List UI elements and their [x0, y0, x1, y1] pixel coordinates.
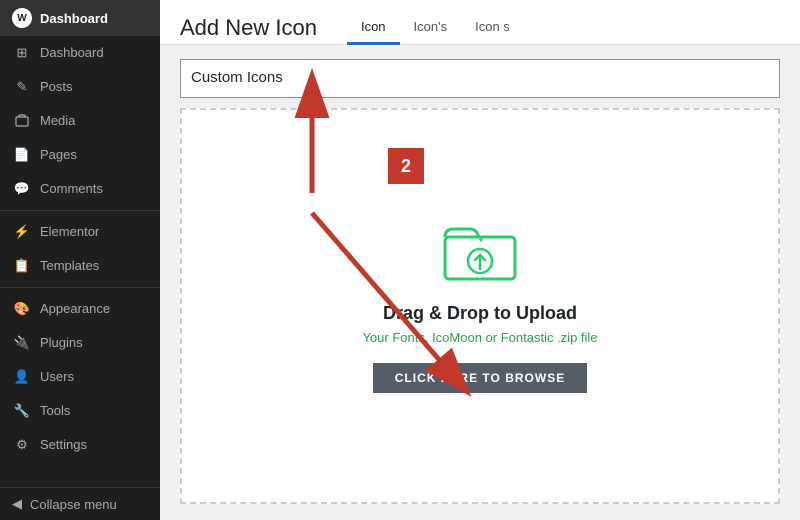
- elementor-icon: ⚡: [12, 222, 32, 242]
- sidebar-item-elementor[interactable]: ⚡ Elementor: [0, 215, 160, 249]
- sidebar-item-tools[interactable]: 🔧 Tools: [0, 394, 160, 428]
- tab-icons2[interactable]: Icon s: [461, 13, 524, 45]
- settings-icon: ⚙: [12, 435, 32, 455]
- sidebar-item-label: Templates: [40, 257, 148, 275]
- sidebar-logo[interactable]: W Dashboard: [0, 0, 160, 36]
- upload-icon-wrap: [440, 219, 520, 289]
- posts-icon: ✎: [12, 77, 32, 97]
- tab-icons[interactable]: Icon's: [400, 13, 462, 45]
- upload-area-wrapper: Drag & Drop to Upload Your Fonts, IcoMoo…: [160, 108, 800, 520]
- tools-icon: 🔧: [12, 401, 32, 421]
- sidebar-item-label: Comments: [40, 180, 148, 198]
- media-icon: [12, 111, 32, 131]
- sidebar-item-label: Appearance: [40, 300, 148, 318]
- sidebar-item-plugins[interactable]: 🔌 Plugins: [0, 326, 160, 360]
- sidebar-item-label: Posts: [40, 78, 148, 96]
- sidebar-item-label: Dashboard: [40, 44, 148, 62]
- appearance-icon: 🎨: [12, 299, 32, 319]
- sidebar-item-label: Settings: [40, 436, 148, 454]
- sidebar-item-pages[interactable]: 📄 Pages: [0, 138, 160, 172]
- input-row: [160, 45, 800, 108]
- comments-icon: 💬: [12, 179, 32, 199]
- drag-drop-subtitle: Your Fonts, IcoMoon or Fontastic .zip fi…: [362, 330, 597, 345]
- tab-icon[interactable]: Icon: [347, 13, 400, 45]
- sidebar-item-posts[interactable]: ✎ Posts: [0, 70, 160, 104]
- users-icon: 👤: [12, 367, 32, 387]
- sidebar-item-dashboard[interactable]: ⊞ Dashboard: [0, 36, 160, 70]
- sidebar-divider: [0, 210, 160, 211]
- main-content: Add New Icon Icon Icon's Icon s: [160, 0, 800, 520]
- sidebar-item-media[interactable]: Media: [0, 104, 160, 138]
- browse-button[interactable]: CLICK HERE TO BROWSE: [373, 363, 587, 393]
- sidebar: W Dashboard ⊞ Dashboard ✎ Posts Media 📄 …: [0, 0, 160, 520]
- sidebar-item-users[interactable]: 👤 Users: [0, 360, 160, 394]
- sidebar-item-label: Plugins: [40, 334, 148, 352]
- upload-dropzone[interactable]: Drag & Drop to Upload Your Fonts, IcoMoo…: [180, 108, 780, 505]
- sidebar-item-comments[interactable]: 💬 Comments: [0, 172, 160, 206]
- sidebar-item-label: Elementor: [40, 223, 148, 241]
- collapse-menu-button[interactable]: ◀ Collapse menu: [0, 487, 160, 520]
- drag-drop-title: Drag & Drop to Upload: [383, 303, 577, 324]
- page-title: Add New Icon: [180, 14, 317, 43]
- sidebar-item-templates[interactable]: 📋 Templates: [0, 249, 160, 283]
- folder-upload-icon: [440, 219, 520, 284]
- page-header: Add New Icon Icon Icon's Icon s: [160, 0, 800, 45]
- pages-icon: 📄: [12, 145, 32, 165]
- sidebar-item-label: Tools: [40, 402, 148, 420]
- sidebar-item-label: Users: [40, 368, 148, 386]
- sidebar-item-appearance[interactable]: 🎨 Appearance: [0, 292, 160, 326]
- sidebar-item-label: Media: [40, 112, 148, 130]
- collapse-icon: ◀: [12, 496, 22, 512]
- dashboard-icon: ⊞: [12, 43, 32, 63]
- header-top-row: Add New Icon Icon Icon's Icon s: [180, 12, 780, 44]
- templates-icon: 📋: [12, 256, 32, 276]
- sidebar-divider2: [0, 287, 160, 288]
- sidebar-dashboard-label: Dashboard: [40, 11, 108, 26]
- icon-name-input[interactable]: [180, 59, 780, 98]
- sidebar-item-settings[interactable]: ⚙ Settings: [0, 428, 160, 462]
- tabs-row: Icon Icon's Icon s: [347, 12, 524, 44]
- sidebar-item-label: Pages: [40, 146, 148, 164]
- wordpress-logo-icon: W: [12, 8, 32, 28]
- collapse-menu-label: Collapse menu: [30, 497, 117, 512]
- plugins-icon: 🔌: [12, 333, 32, 353]
